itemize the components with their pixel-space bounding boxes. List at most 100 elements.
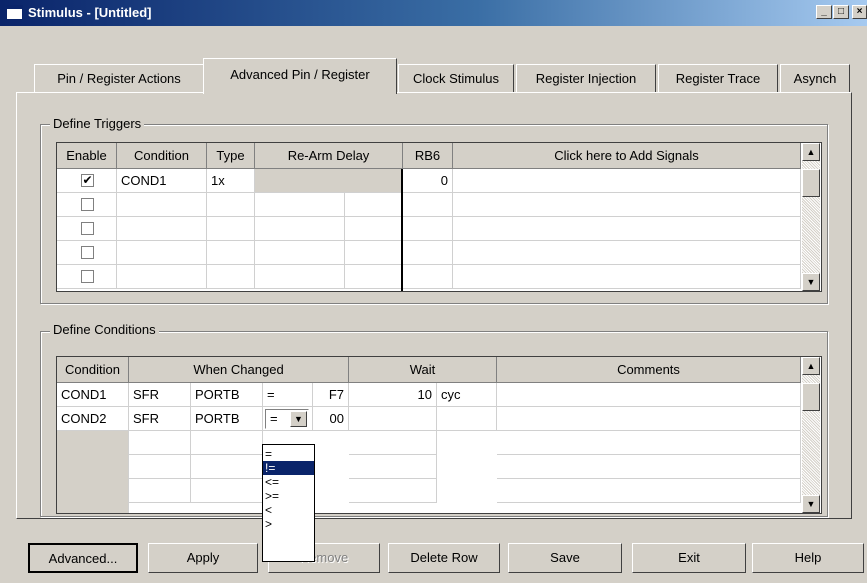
signal-cell[interactable] bbox=[453, 241, 801, 265]
value-cell[interactable]: F7 bbox=[313, 383, 349, 407]
type-cell[interactable] bbox=[207, 265, 255, 289]
wait-cell[interactable] bbox=[349, 479, 437, 503]
scroll-up-icon[interactable]: ▲ bbox=[802, 357, 820, 375]
wait-cell[interactable] bbox=[349, 407, 437, 431]
type-cell[interactable] bbox=[207, 217, 255, 241]
rb6-cell[interactable] bbox=[403, 217, 453, 241]
signal-cell[interactable] bbox=[453, 265, 801, 289]
save-button[interactable]: Save bbox=[508, 543, 622, 573]
enable-checkbox[interactable]: ✔ bbox=[81, 174, 94, 187]
comment-cell[interactable] bbox=[497, 407, 801, 431]
scroll-thumb[interactable] bbox=[802, 383, 820, 411]
scroll-thumb[interactable] bbox=[802, 169, 820, 197]
rb6-cell[interactable] bbox=[403, 193, 453, 217]
type-cell[interactable] bbox=[129, 455, 191, 479]
condition-cell[interactable] bbox=[117, 193, 207, 217]
rb6-cell[interactable] bbox=[403, 265, 453, 289]
header-enable[interactable]: Enable bbox=[57, 143, 117, 169]
operator-option[interactable]: <= bbox=[263, 475, 314, 489]
tab-register-trace[interactable]: Register Trace bbox=[658, 64, 778, 92]
signal-cell[interactable] bbox=[453, 193, 801, 217]
advanced-button[interactable]: Advanced... bbox=[28, 543, 138, 573]
apply-button[interactable]: Apply bbox=[148, 543, 258, 573]
condition-name-cell[interactable]: COND2 bbox=[57, 407, 129, 431]
minimize-button[interactable]: _ bbox=[816, 5, 832, 19]
tab-pin-register-actions[interactable]: Pin / Register Actions bbox=[34, 64, 204, 92]
header-rb6[interactable]: RB6 bbox=[403, 143, 453, 169]
rearm-cell[interactable] bbox=[255, 217, 345, 241]
condition-name-cell[interactable]: COND1 bbox=[57, 383, 129, 407]
comment-cell[interactable] bbox=[497, 455, 801, 479]
enable-checkbox[interactable] bbox=[81, 270, 94, 283]
register-cell[interactable]: PORTB bbox=[191, 407, 263, 431]
header-condition[interactable]: Condition bbox=[117, 143, 207, 169]
condition-cell[interactable] bbox=[117, 241, 207, 265]
scroll-down-icon[interactable]: ▼ bbox=[802, 273, 820, 291]
operator-cell[interactable]: = bbox=[263, 383, 313, 407]
operator-option-selected[interactable]: != bbox=[263, 461, 314, 475]
enable-checkbox[interactable] bbox=[81, 246, 94, 259]
wait-cell[interactable] bbox=[349, 455, 437, 479]
close-button[interactable]: × bbox=[852, 5, 867, 19]
comment-cell[interactable] bbox=[497, 431, 801, 455]
condition-cell[interactable] bbox=[117, 265, 207, 289]
header-when-changed[interactable]: When Changed bbox=[129, 357, 349, 383]
header-rearm-delay[interactable]: Re-Arm Delay bbox=[255, 143, 403, 169]
condition-cell[interactable]: COND1 bbox=[117, 169, 207, 193]
header-condition[interactable]: Condition bbox=[57, 357, 129, 383]
type-cell[interactable] bbox=[207, 241, 255, 265]
type-cell[interactable]: SFR bbox=[129, 407, 191, 431]
register-cell[interactable] bbox=[191, 455, 263, 479]
exit-button[interactable]: Exit bbox=[632, 543, 746, 573]
tab-clock-stimulus[interactable]: Clock Stimulus bbox=[398, 64, 514, 92]
condition-cell[interactable] bbox=[117, 217, 207, 241]
comment-cell[interactable] bbox=[497, 383, 801, 407]
maximize-button[interactable]: □ bbox=[833, 5, 849, 19]
dropdown-arrow-icon[interactable]: ▼ bbox=[290, 411, 307, 427]
delete-row-button[interactable]: Delete Row bbox=[388, 543, 500, 573]
wait-cell[interactable]: 10 bbox=[349, 383, 437, 407]
type-cell[interactable]: SFR bbox=[129, 383, 191, 407]
register-cell[interactable] bbox=[191, 431, 263, 455]
rearm-cell[interactable] bbox=[255, 241, 345, 265]
tab-asynch[interactable]: Asynch bbox=[780, 64, 850, 92]
triggers-scrollbar[interactable]: ▲ ▼ bbox=[802, 143, 820, 291]
operator-option[interactable]: = bbox=[263, 447, 314, 461]
value-cell[interactable]: 00 bbox=[313, 407, 349, 431]
help-button[interactable]: Help bbox=[752, 543, 864, 573]
rearm-unit-cell[interactable] bbox=[345, 217, 403, 241]
tab-register-injection[interactable]: Register Injection bbox=[516, 64, 656, 92]
type-cell[interactable] bbox=[207, 193, 255, 217]
signal-cell[interactable] bbox=[453, 217, 801, 241]
header-comments[interactable]: Comments bbox=[497, 357, 801, 383]
tab-advanced-pin-register[interactable]: Advanced Pin / Register bbox=[203, 58, 397, 94]
rearm-unit-cell[interactable] bbox=[345, 241, 403, 265]
scroll-up-icon[interactable]: ▲ bbox=[802, 143, 820, 161]
signal-cell[interactable] bbox=[453, 169, 801, 193]
rearm-unit-cell[interactable] bbox=[345, 193, 403, 217]
scroll-down-icon[interactable]: ▼ bbox=[802, 495, 820, 513]
register-cell[interactable]: PORTB bbox=[191, 383, 263, 407]
rearm-cell[interactable] bbox=[255, 193, 345, 217]
operator-combobox[interactable]: = ▼ bbox=[265, 409, 309, 429]
wait-unit-cell[interactable] bbox=[437, 407, 497, 431]
rearm-cell[interactable] bbox=[255, 265, 345, 289]
header-type[interactable]: Type bbox=[207, 143, 255, 169]
rb6-cell[interactable] bbox=[403, 241, 453, 265]
operator-option[interactable]: >= bbox=[263, 489, 314, 503]
add-signals-header[interactable]: Click here to Add Signals bbox=[453, 143, 801, 169]
comment-cell[interactable] bbox=[497, 479, 801, 503]
wait-unit-cell[interactable]: cyc bbox=[437, 383, 497, 407]
rearm-unit-cell[interactable] bbox=[345, 265, 403, 289]
wait-cell[interactable] bbox=[349, 431, 437, 455]
conditions-scrollbar[interactable]: ▲ ▼ bbox=[802, 357, 820, 513]
operator-option[interactable]: > bbox=[263, 517, 314, 531]
operator-option[interactable]: < bbox=[263, 503, 314, 517]
register-cell[interactable] bbox=[191, 479, 263, 503]
enable-checkbox[interactable] bbox=[81, 222, 94, 235]
type-cell[interactable]: 1x bbox=[207, 169, 255, 193]
rb6-cell[interactable]: 0 bbox=[403, 169, 453, 193]
header-wait[interactable]: Wait bbox=[349, 357, 497, 383]
type-cell[interactable] bbox=[129, 479, 191, 503]
type-cell[interactable] bbox=[129, 431, 191, 455]
